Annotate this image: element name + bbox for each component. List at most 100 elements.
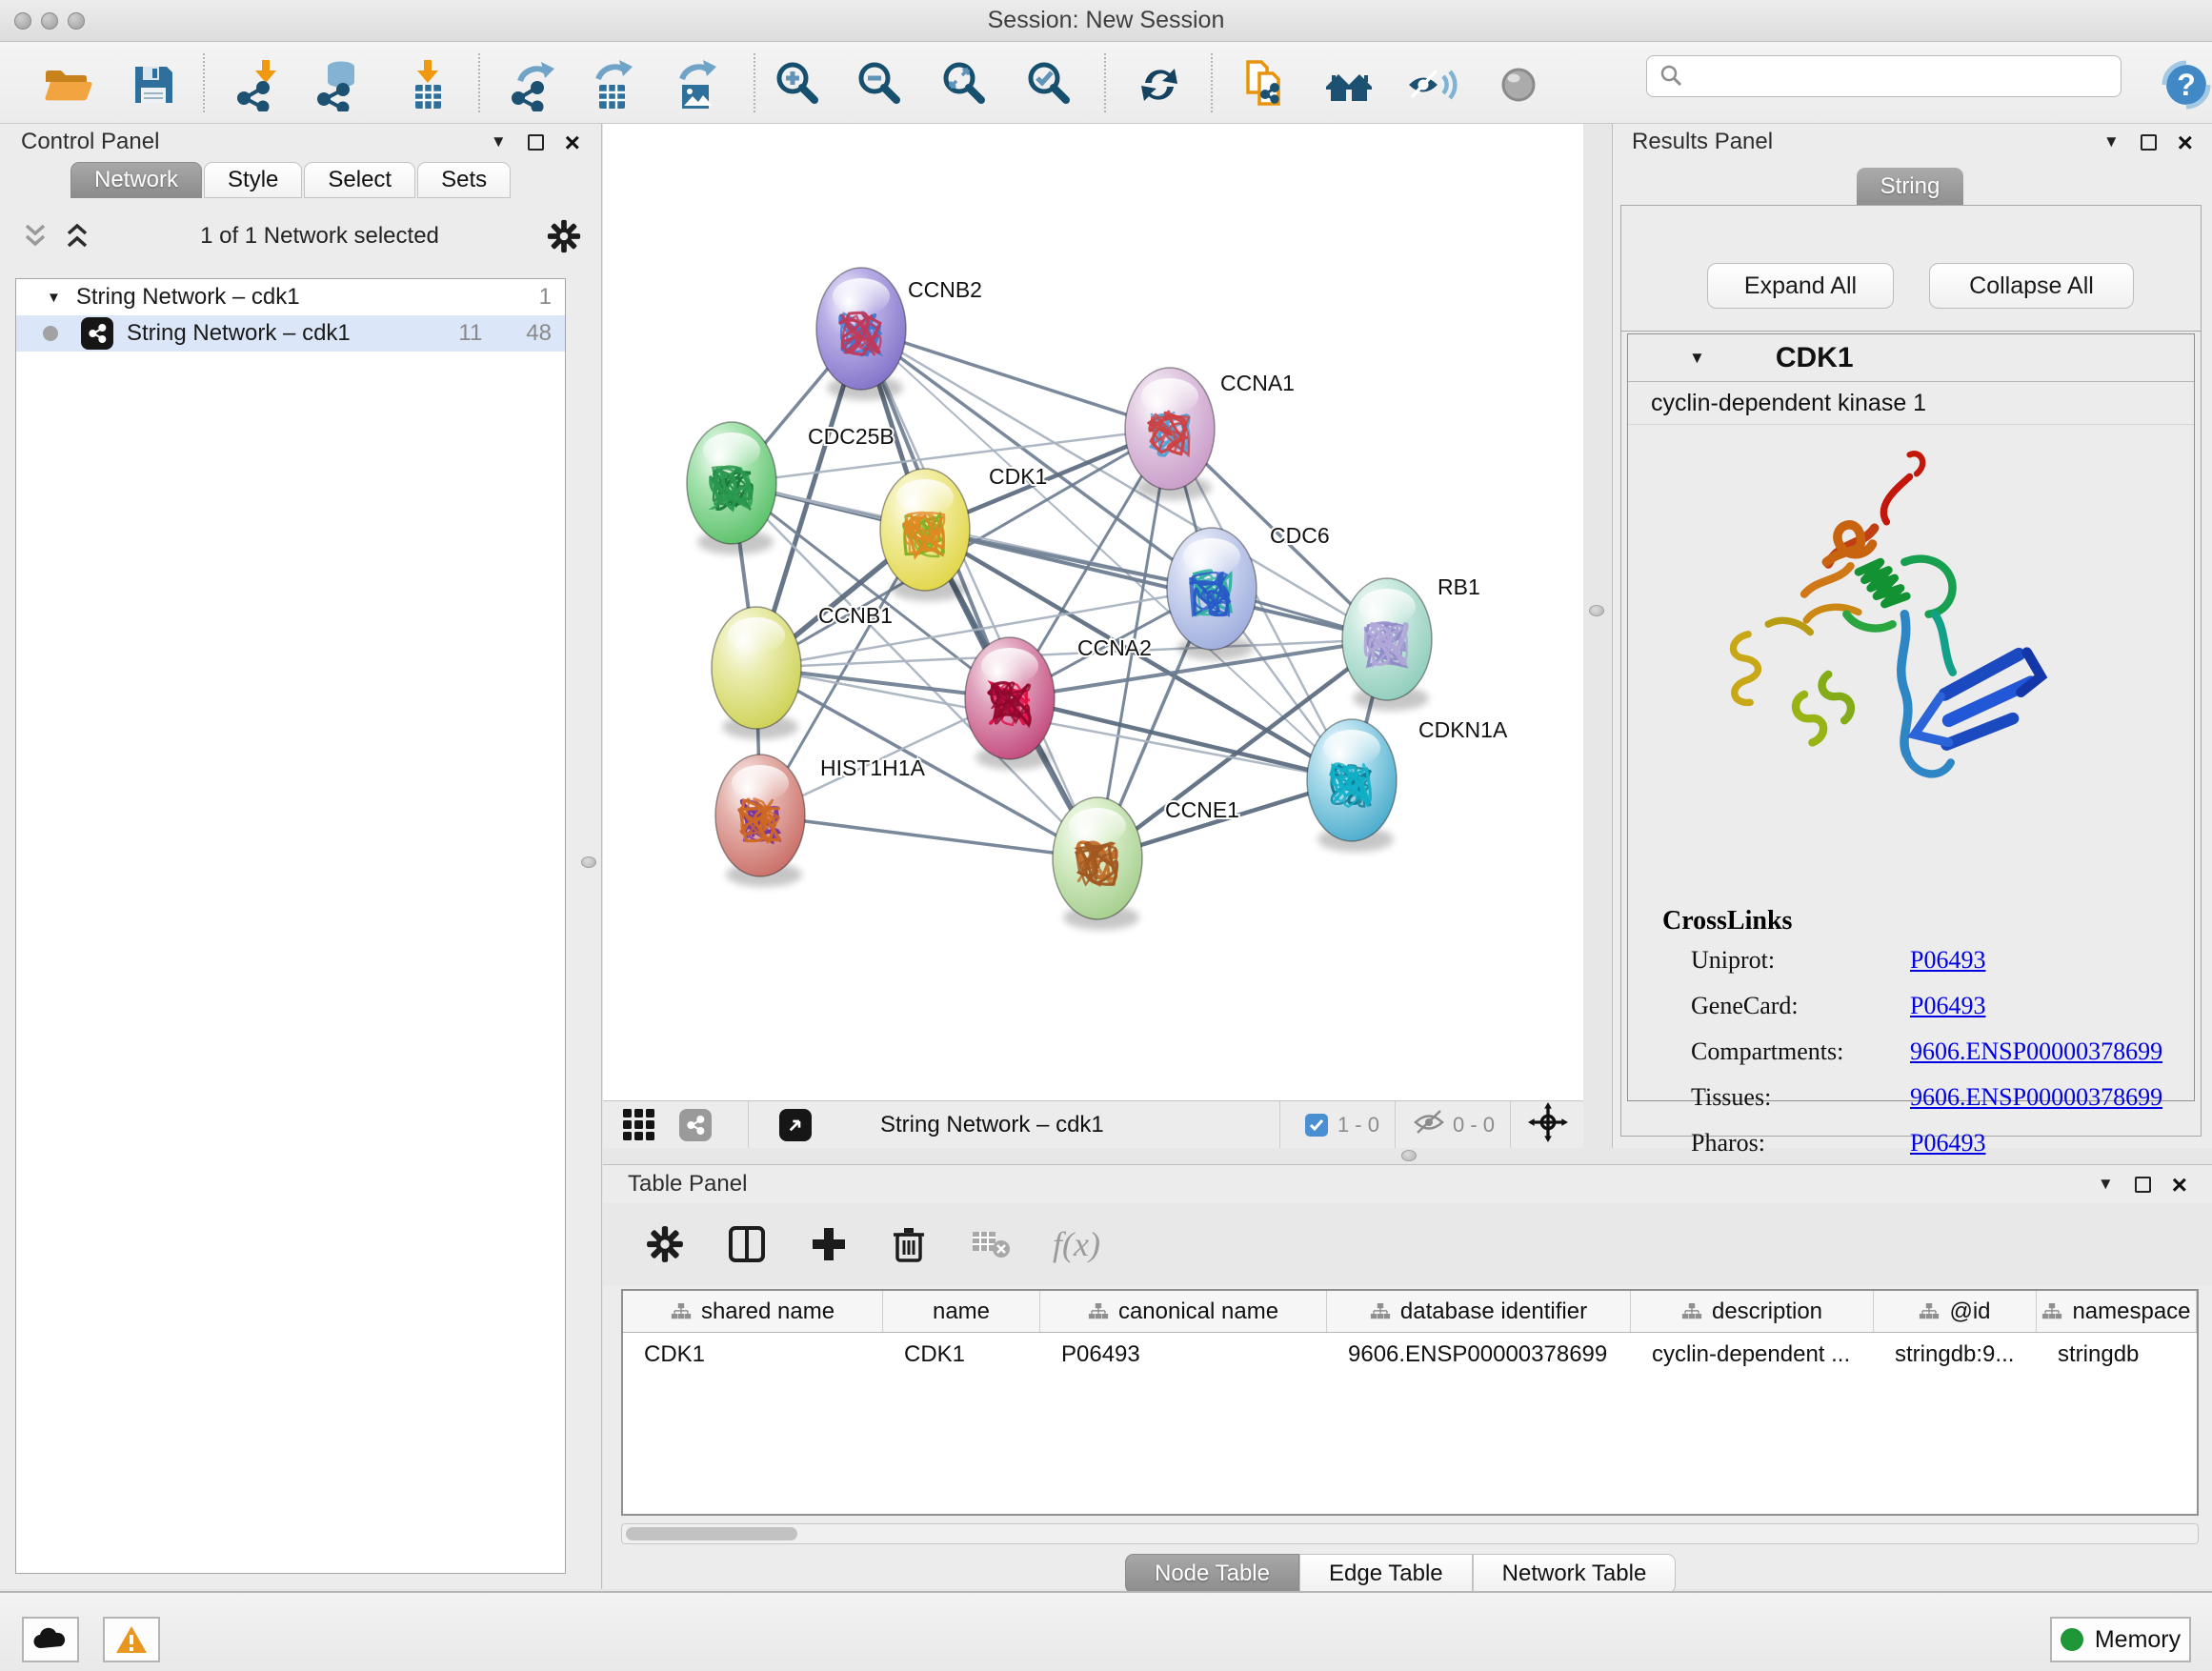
open-session-icon[interactable]: [37, 56, 98, 113]
network-canvas[interactable]: CCNB2CCNA1CDC25BCDK1CDC6RB1CCNB1CCNA2CDK…: [603, 124, 1583, 1100]
memory-button[interactable]: Memory: [2050, 1617, 2191, 1662]
column-header-description[interactable]: description: [1631, 1291, 1874, 1332]
tab-network-table[interactable]: Network Table: [1473, 1554, 1677, 1594]
column-header-namespace[interactable]: namespace: [2037, 1291, 2197, 1332]
lens-icon[interactable]: [1488, 56, 1549, 113]
network-edge-HIST1H1A-CCNE1[interactable]: [760, 815, 1097, 858]
collapse-all-networks-icon[interactable]: [19, 220, 51, 252]
splitter-handle[interactable]: [1401, 1150, 1417, 1161]
tab-edge-table[interactable]: Edge Table: [1299, 1554, 1473, 1594]
export-table-icon[interactable]: [581, 56, 642, 113]
table-cell[interactable]: CDK1: [623, 1341, 883, 1368]
tab-node-table[interactable]: Node Table: [1125, 1554, 1299, 1594]
control-panel-close-icon[interactable]: ×: [565, 134, 580, 151]
network-node-CCNE1[interactable]: [1053, 797, 1142, 930]
warnings-button[interactable]: [103, 1617, 160, 1662]
clone-network-icon[interactable]: [1235, 56, 1296, 113]
collapse-all-button[interactable]: Collapse All: [1929, 263, 2134, 309]
help-icon[interactable]: ?: [2156, 56, 2212, 113]
column-header-canonical-name[interactable]: canonical name: [1040, 1291, 1327, 1332]
hide-graphics-details-icon[interactable]: [1401, 56, 1462, 113]
splitter-handle[interactable]: [1589, 605, 1604, 616]
network-node-RB1[interactable]: [1342, 578, 1432, 711]
network-node-HIST1H1A[interactable]: [715, 755, 805, 887]
table-cell[interactable]: 9606.ENSP00000378699: [1327, 1341, 1631, 1368]
column-header-label: canonical name: [1118, 1299, 1278, 1325]
network-view-icon[interactable]: [679, 1109, 712, 1141]
network-node-CCNB1[interactable]: [712, 607, 801, 739]
table-options-gear-icon[interactable]: [645, 1224, 685, 1264]
zoom-selected-icon[interactable]: [1018, 56, 1079, 113]
control-panel-splitter-handle[interactable]: [581, 856, 596, 868]
column-header-database-identifier[interactable]: database identifier: [1327, 1291, 1631, 1332]
table-row[interactable]: CDK1CDK1P064939606.ENSP00000378699cyclin…: [623, 1333, 2197, 1377]
crosslink-link[interactable]: P06493: [1910, 946, 1985, 975]
node-label-CDKN1A: CDKN1A: [1418, 717, 1508, 742]
network-row[interactable]: String Network – cdk1 11 48: [16, 315, 565, 352]
search-field[interactable]: [1646, 55, 2122, 97]
network-options-gear-icon[interactable]: [546, 218, 582, 254]
table-hscrollbar[interactable]: [621, 1523, 2199, 1544]
crosslink-link[interactable]: 9606.ENSP00000378699: [1910, 1083, 2162, 1112]
table-panel-close-icon[interactable]: ×: [2172, 1177, 2187, 1193]
cloud-button[interactable]: [22, 1617, 79, 1662]
search-input[interactable]: [1691, 64, 2121, 89]
protein-collapse-icon[interactable]: ▼: [1689, 349, 1705, 368]
grid-view-icon[interactable]: [620, 1106, 658, 1144]
network-collection-row[interactable]: ▼ String Network – cdk1 1: [16, 279, 565, 315]
crosslink-link[interactable]: 9606.ENSP00000378699: [1910, 1037, 2162, 1066]
tab-select[interactable]: Select: [304, 162, 415, 198]
network-node-CDC6[interactable]: [1167, 528, 1257, 660]
zoom-fit-icon[interactable]: [934, 56, 995, 113]
table-cell[interactable]: CDK1: [883, 1341, 1040, 1368]
crosslink-link[interactable]: P06493: [1910, 1129, 1985, 1158]
table-cell[interactable]: stringdb: [2037, 1341, 2197, 1368]
column-header--id[interactable]: @id: [1874, 1291, 2037, 1332]
table-cell[interactable]: cyclin-dependent ...: [1631, 1341, 1874, 1368]
delete-column-icon[interactable]: [889, 1224, 929, 1264]
tab-sets[interactable]: Sets: [417, 162, 511, 198]
tab-style[interactable]: Style: [204, 162, 302, 198]
network-edge-CCNB2-CCNA1[interactable]: [861, 329, 1170, 429]
table-panel-float-icon[interactable]: [2135, 1177, 2151, 1193]
vertical-splitter[interactable]: [1583, 124, 1612, 1148]
create-column-icon[interactable]: [809, 1224, 849, 1264]
table-cell[interactable]: stringdb:9...: [1874, 1341, 2037, 1368]
export-network-icon[interactable]: [503, 56, 564, 113]
zoom-in-icon[interactable]: [767, 56, 828, 113]
fit-selected-crosshair-icon[interactable]: [1528, 1102, 1568, 1147]
export-image-icon[interactable]: [665, 56, 726, 113]
column-header-shared-name[interactable]: shared name: [623, 1291, 883, 1332]
expand-all-networks-icon[interactable]: [61, 220, 93, 252]
import-table-icon[interactable]: [397, 56, 458, 113]
network-node-CDC25B[interactable]: [687, 422, 776, 554]
refresh-view-icon[interactable]: [1129, 56, 1190, 113]
hidden-eye-icon[interactable]: [1413, 1108, 1445, 1141]
save-session-icon[interactable]: [123, 56, 184, 113]
selected-checkbox-icon[interactable]: [1305, 1114, 1328, 1137]
birdseye-toggle-icon[interactable]: [779, 1109, 812, 1141]
show-columns-icon[interactable]: [725, 1222, 769, 1266]
control-panel-float-icon[interactable]: [528, 134, 544, 151]
scrollbar-thumb[interactable]: [626, 1527, 797, 1540]
crosslink-link[interactable]: P06493: [1910, 992, 1985, 1020]
table-cell[interactable]: P06493: [1040, 1341, 1327, 1368]
collection-expand-icon[interactable]: ▼: [47, 290, 61, 306]
results-panel-collapse-icon[interactable]: ▼: [2103, 132, 2120, 151]
table-panel-collapse-icon[interactable]: ▼: [2098, 1175, 2114, 1194]
results-panel-float-icon[interactable]: [2141, 134, 2157, 151]
import-network-icon[interactable]: [229, 56, 290, 113]
tab-string[interactable]: String: [1857, 168, 1963, 206]
network-node-CCNA2[interactable]: [965, 637, 1055, 770]
zoom-out-icon[interactable]: [849, 56, 910, 113]
crosslink-label: GeneCard:: [1691, 992, 1910, 1020]
network-node-CDKN1A[interactable]: [1307, 719, 1397, 852]
control-panel-collapse-icon[interactable]: ▼: [491, 132, 507, 151]
network-node-CCNB2[interactable]: [816, 268, 906, 400]
column-header-name[interactable]: name: [883, 1291, 1040, 1332]
import-network-database-icon[interactable]: [309, 56, 370, 113]
results-panel-close-icon[interactable]: ×: [2178, 134, 2193, 151]
expand-all-button[interactable]: Expand All: [1707, 263, 1894, 309]
string-home-icon[interactable]: [1318, 56, 1379, 113]
tab-network[interactable]: Network: [70, 162, 202, 198]
